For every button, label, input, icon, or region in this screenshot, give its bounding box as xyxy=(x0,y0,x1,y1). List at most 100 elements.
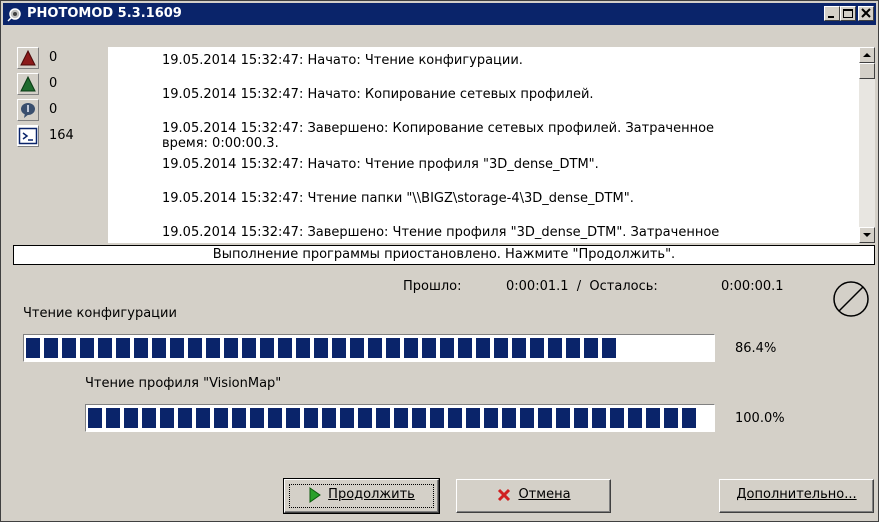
progress-segment xyxy=(232,408,246,428)
log-entry: 19.05.2014 15:32:47: Начато: Копирование… xyxy=(162,87,832,102)
progress-bar-main xyxy=(23,334,715,362)
progress-segment xyxy=(566,338,580,358)
progress-segment xyxy=(574,408,588,428)
error-counter[interactable]: 0 xyxy=(17,47,107,71)
log-entry-text: 19.05.2014 15:32:47: Начато: Чтение конф… xyxy=(162,53,523,68)
progress-segment xyxy=(98,338,112,358)
progress-segment xyxy=(124,408,138,428)
console-counter[interactable]: 164 xyxy=(17,125,107,149)
progress-segment xyxy=(602,338,616,358)
progress-segment xyxy=(646,408,660,428)
progress-segment xyxy=(80,338,94,358)
progress-segment xyxy=(430,408,444,428)
progress-segment xyxy=(584,338,598,358)
progress-segment xyxy=(368,338,382,358)
scroll-up-button[interactable] xyxy=(859,47,875,63)
progress-segment xyxy=(160,408,174,428)
progress-segment xyxy=(484,408,498,428)
close-button[interactable] xyxy=(858,6,874,21)
error-count: 0 xyxy=(49,50,58,65)
task-label-sub: Чтение профиля "VisionMap" xyxy=(85,376,282,391)
progress-fill-main xyxy=(26,338,616,358)
arrow-up-icon xyxy=(863,53,871,57)
console-count: 164 xyxy=(49,128,74,143)
progress-segment xyxy=(350,338,364,358)
log-entry-text: 19.05.2014 15:32:47: Завершено: Копирова… xyxy=(162,121,715,136)
progress-segment xyxy=(170,338,184,358)
progress-segment xyxy=(134,338,148,358)
elapsed-label: Прошло: xyxy=(403,279,462,294)
progress-percent-main: 86.4% xyxy=(735,341,777,356)
progress-segment xyxy=(448,408,462,428)
progress-segment xyxy=(44,338,58,358)
progress-percent-sub: 100.0% xyxy=(735,411,785,426)
progress-segment xyxy=(520,408,534,428)
title-bar[interactable]: PHOTOMOD 5.3.1609 xyxy=(3,3,876,25)
maximize-button[interactable] xyxy=(840,6,856,21)
minimize-button[interactable] xyxy=(824,6,840,21)
cancel-x-icon xyxy=(498,488,511,501)
progress-segment xyxy=(502,408,516,428)
progress-segment xyxy=(376,408,390,428)
progress-segment xyxy=(188,338,202,358)
progress-segment xyxy=(386,338,400,358)
progress-segment xyxy=(268,408,282,428)
progress-segment xyxy=(224,338,238,358)
progress-segment xyxy=(26,338,40,358)
progress-segment xyxy=(458,338,472,358)
progress-segment xyxy=(62,338,76,358)
log-entry: 19.05.2014 15:32:47: Завершено: Чтение п… xyxy=(162,225,832,240)
remaining-value: 0:00:00.1 xyxy=(721,279,784,294)
progress-segment xyxy=(512,338,526,358)
error-triangle-icon xyxy=(17,47,39,69)
progress-segment xyxy=(142,408,156,428)
progress-segment xyxy=(178,408,192,428)
progress-segment xyxy=(682,408,696,428)
progress-segment xyxy=(242,338,256,358)
progress-segment xyxy=(628,408,642,428)
log-entry-text: 19.05.2014 15:32:47: Чтение папки "\\BIG… xyxy=(162,191,634,206)
progress-segment xyxy=(358,408,372,428)
continue-button[interactable]: Продолжить xyxy=(283,478,440,514)
warning-count: 0 xyxy=(49,76,58,91)
warning-counter[interactable]: 0 xyxy=(17,73,107,97)
progress-segment xyxy=(340,408,354,428)
log-entry: 19.05.2014 15:32:47: Чтение папки "\\BIG… xyxy=(162,191,832,206)
progress-segment xyxy=(260,338,274,358)
scroll-down-button[interactable] xyxy=(859,227,875,243)
progress-segment xyxy=(322,408,336,428)
progress-segment xyxy=(106,408,120,428)
minimize-icon xyxy=(828,16,834,18)
log-entry-text-continued: время: 0:00:00.3. xyxy=(162,136,279,151)
log-entry: 19.05.2014 15:32:47: Начато: Чтение проф… xyxy=(162,157,832,172)
progress-segment xyxy=(196,408,210,428)
focus-rect xyxy=(289,484,434,508)
progress-segment xyxy=(152,338,166,358)
arrow-down-icon xyxy=(863,233,871,237)
stop-icon xyxy=(833,281,869,317)
log-list[interactable]: 19.05.2014 15:32:47: Начато: Чтение конф… xyxy=(108,47,859,243)
more-button[interactable]: Дополнительно... xyxy=(719,479,874,513)
log-entry-text: 19.05.2014 15:32:47: Начато: Копирование… xyxy=(162,87,594,102)
info-counter[interactable]: 0 xyxy=(17,99,107,123)
photomod-dialog: PHOTOMOD 5.3.1609 0 0 0 164 19.05.2014 1… xyxy=(0,0,879,522)
progress-segment xyxy=(404,338,418,358)
progress-segment xyxy=(466,408,480,428)
progress-segment xyxy=(286,408,300,428)
message-counters: 0 0 0 164 xyxy=(13,47,107,243)
cancel-button[interactable]: Отмена xyxy=(456,479,611,513)
progress-segment xyxy=(412,408,426,428)
progress-segment xyxy=(538,408,552,428)
progress-segment xyxy=(592,408,606,428)
window-title: PHOTOMOD 5.3.1609 xyxy=(27,6,182,21)
log-scrollbar[interactable] xyxy=(859,47,875,243)
log-entry: 19.05.2014 15:32:47: Начато: Чтение конф… xyxy=(162,53,832,68)
progress-segment xyxy=(314,338,328,358)
maximize-icon xyxy=(843,9,853,18)
progress-segment xyxy=(440,338,454,358)
task-label-main: Чтение конфигурации xyxy=(23,306,177,321)
progress-segment xyxy=(332,338,346,358)
cancel-label: Отмена xyxy=(518,487,571,502)
progress-segment xyxy=(494,338,508,358)
scroll-thumb[interactable] xyxy=(859,63,875,79)
